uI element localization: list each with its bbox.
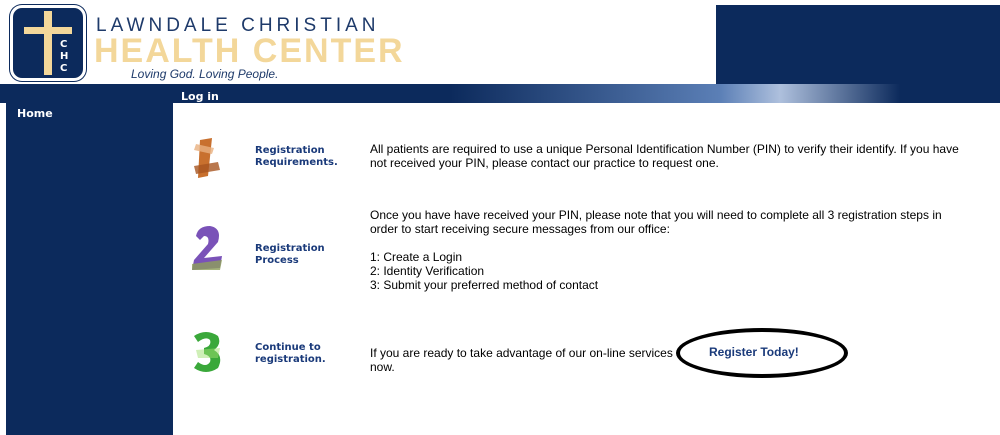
step-label-continue: Continue to registration.	[255, 342, 326, 365]
title-bar	[0, 84, 1000, 103]
brand-name-main: HEALTH CENTER	[94, 32, 405, 70]
brand-tagline: Loving God. Loving People.	[131, 67, 279, 81]
step-text-requirements: All patients are required to use a uniqu…	[370, 142, 959, 170]
step-text-continue: If you are ready to take advantage of ou…	[370, 346, 673, 374]
step-label-process: Registration Process	[255, 243, 325, 266]
number-one-icon	[194, 138, 220, 178]
chc-logo: C H C	[10, 5, 86, 81]
logo-letter: H	[60, 51, 68, 62]
site-header: C H C LAWNDALE CHRISTIAN HEALTH CENTER L…	[0, 0, 1000, 86]
page-title: Log in	[181, 90, 219, 103]
register-today-link[interactable]: Register Today!	[709, 345, 799, 359]
sidebar	[6, 103, 173, 435]
list-item: 3: Submit your preferred method of conta…	[370, 278, 599, 292]
logo-letter: C	[60, 63, 67, 74]
list-item: 1: Create a Login	[370, 250, 463, 264]
cross-logo-icon: C H C	[24, 11, 72, 75]
list-item: 2: Identity Verification	[370, 264, 485, 278]
logo-letter: C	[60, 39, 67, 50]
number-three-icon	[194, 332, 221, 372]
number-two-icon	[192, 226, 222, 270]
step-text-process: Once you have have received your PIN, pl…	[370, 208, 942, 236]
step-label-requirements: Registration Requirements.	[255, 145, 338, 168]
header-banner	[716, 5, 1000, 85]
registration-steps-list: 1: Create a Login 2: Identity Verificati…	[370, 250, 598, 292]
sidebar-item-home[interactable]: Home	[17, 107, 53, 120]
